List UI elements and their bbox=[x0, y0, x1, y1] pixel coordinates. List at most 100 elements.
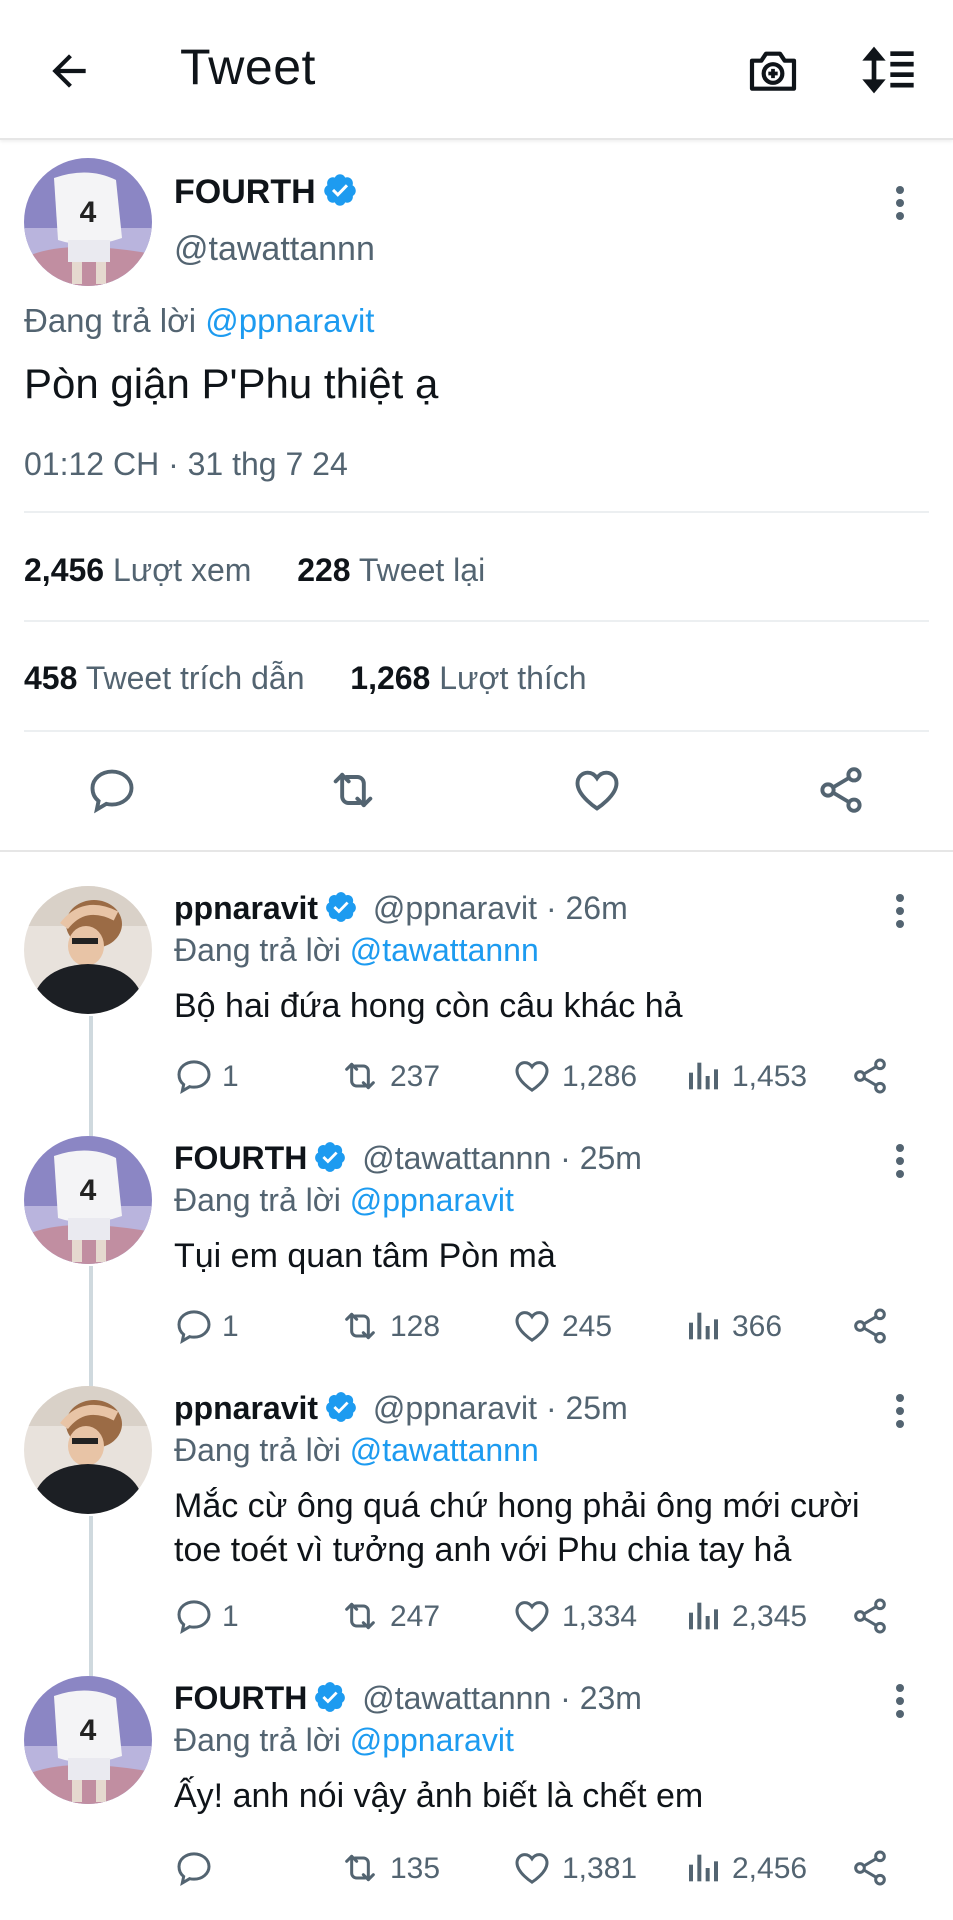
handle-time: @ppnaravit · 26m bbox=[372, 890, 628, 926]
retweet-icon[interactable] bbox=[340, 1848, 380, 1888]
retweet-icon[interactable] bbox=[340, 1306, 380, 1346]
like-icon[interactable] bbox=[571, 764, 623, 816]
reply-text-line-1: Mắc cừ ông quá chứ hong phải ông mới cườ… bbox=[174, 1487, 860, 1525]
like-icon[interactable] bbox=[512, 1596, 552, 1636]
retweet-icon[interactable] bbox=[327, 764, 379, 816]
retweet-icon[interactable] bbox=[340, 1596, 380, 1636]
like-icon[interactable] bbox=[512, 1306, 552, 1346]
like-icon[interactable] bbox=[512, 1056, 552, 1096]
author-name: ppnaravit bbox=[174, 1390, 319, 1426]
views-stat[interactable]: 2,456 Lượt xem bbox=[24, 552, 251, 588]
like-icon[interactable] bbox=[512, 1848, 552, 1888]
retweet-count: 135 bbox=[390, 1852, 441, 1885]
views-icon[interactable] bbox=[684, 1306, 724, 1346]
author-name: ppnaravit bbox=[174, 890, 319, 926]
views-count: 2,456 bbox=[732, 1852, 808, 1885]
reply-to-link[interactable]: @tawattannn bbox=[350, 1432, 539, 1468]
handle-time: @tawattannn · 23m bbox=[362, 1680, 642, 1716]
handle-time: @ppnaravit · 25m bbox=[372, 1390, 628, 1426]
thread-line bbox=[89, 1016, 93, 1140]
reply-to-link[interactable]: @ppnaravit bbox=[350, 1722, 514, 1758]
avatar[interactable] bbox=[24, 1676, 152, 1804]
author-handle[interactable]: @tawattannn bbox=[174, 230, 375, 269]
like-count: 1,381 bbox=[562, 1852, 638, 1885]
section-divider bbox=[0, 850, 953, 852]
tweet-text: Pòn giận P'Phu thiệt ạ bbox=[24, 360, 439, 407]
views-icon[interactable] bbox=[684, 1056, 724, 1096]
thread-line bbox=[89, 1516, 93, 1680]
retweet-count: 128 bbox=[390, 1310, 441, 1343]
top-bar: Tweet bbox=[0, 0, 953, 140]
tweet-timestamp: 01:12 CH · 31 thg 7 24 bbox=[24, 446, 348, 482]
divider bbox=[24, 620, 929, 622]
author-name-row[interactable]: FOURTH bbox=[174, 172, 358, 212]
share-icon[interactable] bbox=[850, 1056, 890, 1096]
avatar[interactable] bbox=[24, 158, 152, 286]
stats-row-2: 458 Tweet trích dẫn 1,268 Lượt thích bbox=[24, 660, 587, 697]
more-options-icon[interactable] bbox=[894, 186, 906, 220]
avatar[interactable] bbox=[24, 886, 152, 1014]
reply-context: Đang trả lời @ppnaravit bbox=[24, 302, 375, 339]
more-options-icon[interactable] bbox=[894, 1394, 906, 1428]
handle-time: @tawattannn · 25m bbox=[362, 1140, 642, 1176]
reply-context: Đang trả lời @tawattannn bbox=[174, 1432, 539, 1468]
views-count: 1,453 bbox=[732, 1060, 808, 1093]
thread-line bbox=[89, 1266, 93, 1390]
camera-plus-icon[interactable] bbox=[745, 42, 801, 98]
verified-badge-icon bbox=[313, 1680, 347, 1714]
verified-badge-icon bbox=[322, 172, 358, 208]
more-options-icon[interactable] bbox=[894, 894, 906, 928]
divider bbox=[24, 730, 929, 732]
reply-context: Đang trả lời @ppnaravit bbox=[174, 1722, 514, 1758]
page-title: Tweet bbox=[180, 39, 316, 95]
reply-text: Bộ hai đứa hong còn câu khác hả bbox=[174, 987, 683, 1025]
sort-icon[interactable] bbox=[860, 42, 916, 98]
retweets-stat[interactable]: 228 Tweet lại bbox=[297, 552, 485, 588]
reply-header[interactable]: FOURTH @tawattannn · 23m bbox=[174, 1680, 642, 1717]
reply-to-link[interactable]: @tawattannn bbox=[350, 932, 539, 968]
reply-context: Đang trả lời @ppnaravit bbox=[174, 1182, 514, 1218]
views-icon[interactable] bbox=[684, 1596, 724, 1636]
share-icon[interactable] bbox=[850, 1596, 890, 1636]
reply-context: Đang trả lời @tawattannn bbox=[174, 932, 539, 968]
share-icon[interactable] bbox=[850, 1848, 890, 1888]
reply-text-line-2: toe toét vì tưởng anh với Phu chia tay h… bbox=[174, 1531, 792, 1569]
avatar[interactable] bbox=[24, 1386, 152, 1514]
verified-badge-icon bbox=[324, 1390, 358, 1424]
author-name: FOURTH bbox=[174, 1140, 308, 1176]
like-count: 1,334 bbox=[562, 1600, 638, 1633]
retweet-icon[interactable] bbox=[340, 1056, 380, 1096]
reply-text: Ấy! anh nói vậy ảnh biết là chết em bbox=[174, 1777, 704, 1815]
views-count: 366 bbox=[732, 1310, 783, 1343]
reply-header[interactable]: FOURTH @tawattannn · 25m bbox=[174, 1140, 642, 1177]
like-count: 1,286 bbox=[562, 1060, 638, 1093]
author-name: FOURTH bbox=[174, 1680, 308, 1716]
reply-icon[interactable] bbox=[174, 1596, 214, 1636]
reply-icon[interactable] bbox=[86, 764, 138, 816]
back-arrow-icon[interactable] bbox=[44, 46, 94, 96]
author-name: FOURTH bbox=[174, 173, 316, 211]
reply-count: 1 bbox=[222, 1310, 239, 1343]
reply-to-link[interactable]: @ppnaravit bbox=[205, 302, 374, 339]
avatar[interactable] bbox=[24, 1136, 152, 1264]
share-icon[interactable] bbox=[850, 1306, 890, 1346]
reply-to-link[interactable]: @ppnaravit bbox=[350, 1182, 514, 1218]
reply-count: 1 bbox=[222, 1600, 239, 1633]
reply-icon[interactable] bbox=[174, 1848, 214, 1888]
share-icon[interactable] bbox=[815, 764, 867, 816]
likes-stat[interactable]: 1,268 Lượt thích bbox=[350, 660, 586, 696]
divider bbox=[24, 511, 929, 513]
more-options-icon[interactable] bbox=[894, 1144, 906, 1178]
reply-icon[interactable] bbox=[174, 1306, 214, 1346]
reply-icon[interactable] bbox=[174, 1056, 214, 1096]
stats-row-1: 2,456 Lượt xem 228 Tweet lại bbox=[24, 552, 485, 589]
reply-header[interactable]: ppnaravit @ppnaravit · 26m bbox=[174, 890, 628, 927]
views-icon[interactable] bbox=[684, 1848, 724, 1888]
more-options-icon[interactable] bbox=[894, 1684, 906, 1718]
reply-header[interactable]: ppnaravit @ppnaravit · 25m bbox=[174, 1390, 628, 1427]
retweet-count: 247 bbox=[390, 1600, 441, 1633]
quotes-stat[interactable]: 458 Tweet trích dẫn bbox=[24, 660, 304, 696]
retweet-count: 237 bbox=[390, 1060, 441, 1093]
verified-badge-icon bbox=[324, 890, 358, 924]
reply-text: Tụi em quan tâm Pòn mà bbox=[174, 1237, 556, 1275]
